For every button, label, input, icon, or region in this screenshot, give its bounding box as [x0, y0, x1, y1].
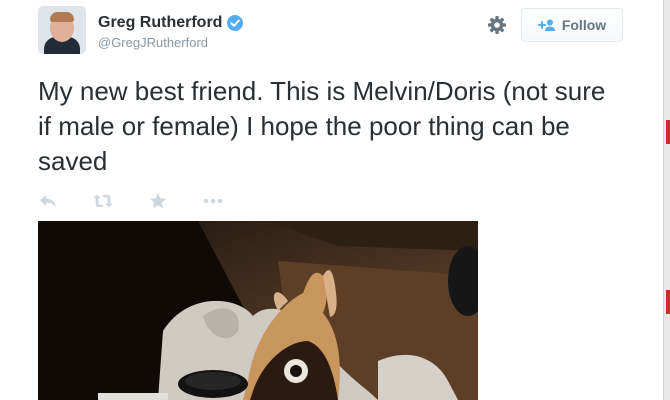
avatar-hair	[50, 12, 74, 22]
user-info: Greg Rutherford @GregJRutherford	[98, 13, 244, 50]
follow-button[interactable]: Follow	[521, 8, 623, 42]
tweet-actions	[38, 191, 258, 211]
more-icon	[203, 198, 223, 204]
photo-dog-icon	[38, 221, 478, 400]
tweet-photo[interactable]	[38, 221, 478, 400]
favorite-button[interactable]	[148, 191, 168, 211]
user-display-name[interactable]: Greg Rutherford	[98, 13, 222, 33]
user-display-name-row[interactable]: Greg Rutherford	[98, 13, 244, 33]
avatar[interactable]	[38, 6, 86, 54]
gear-icon[interactable]	[486, 14, 508, 36]
retweet-icon	[93, 194, 113, 208]
edge-marker	[666, 290, 670, 314]
favorite-icon	[150, 193, 166, 209]
more-button[interactable]	[203, 191, 223, 211]
verified-badge-icon	[227, 15, 244, 31]
tweet-card: Greg Rutherford @GregJRutherford Follow …	[0, 0, 670, 400]
page-scrollbar[interactable]	[663, 0, 670, 400]
tweet-text: My new best friend. This is Melvin/Doris…	[38, 76, 606, 176]
edge-marker	[666, 120, 670, 144]
add-user-icon	[537, 19, 555, 31]
reply-icon	[40, 195, 56, 207]
follow-button-label: Follow	[561, 17, 607, 33]
reply-button[interactable]	[38, 191, 58, 211]
user-handle[interactable]: @GregJRutherford	[98, 35, 243, 50]
retweet-button[interactable]	[93, 191, 113, 211]
